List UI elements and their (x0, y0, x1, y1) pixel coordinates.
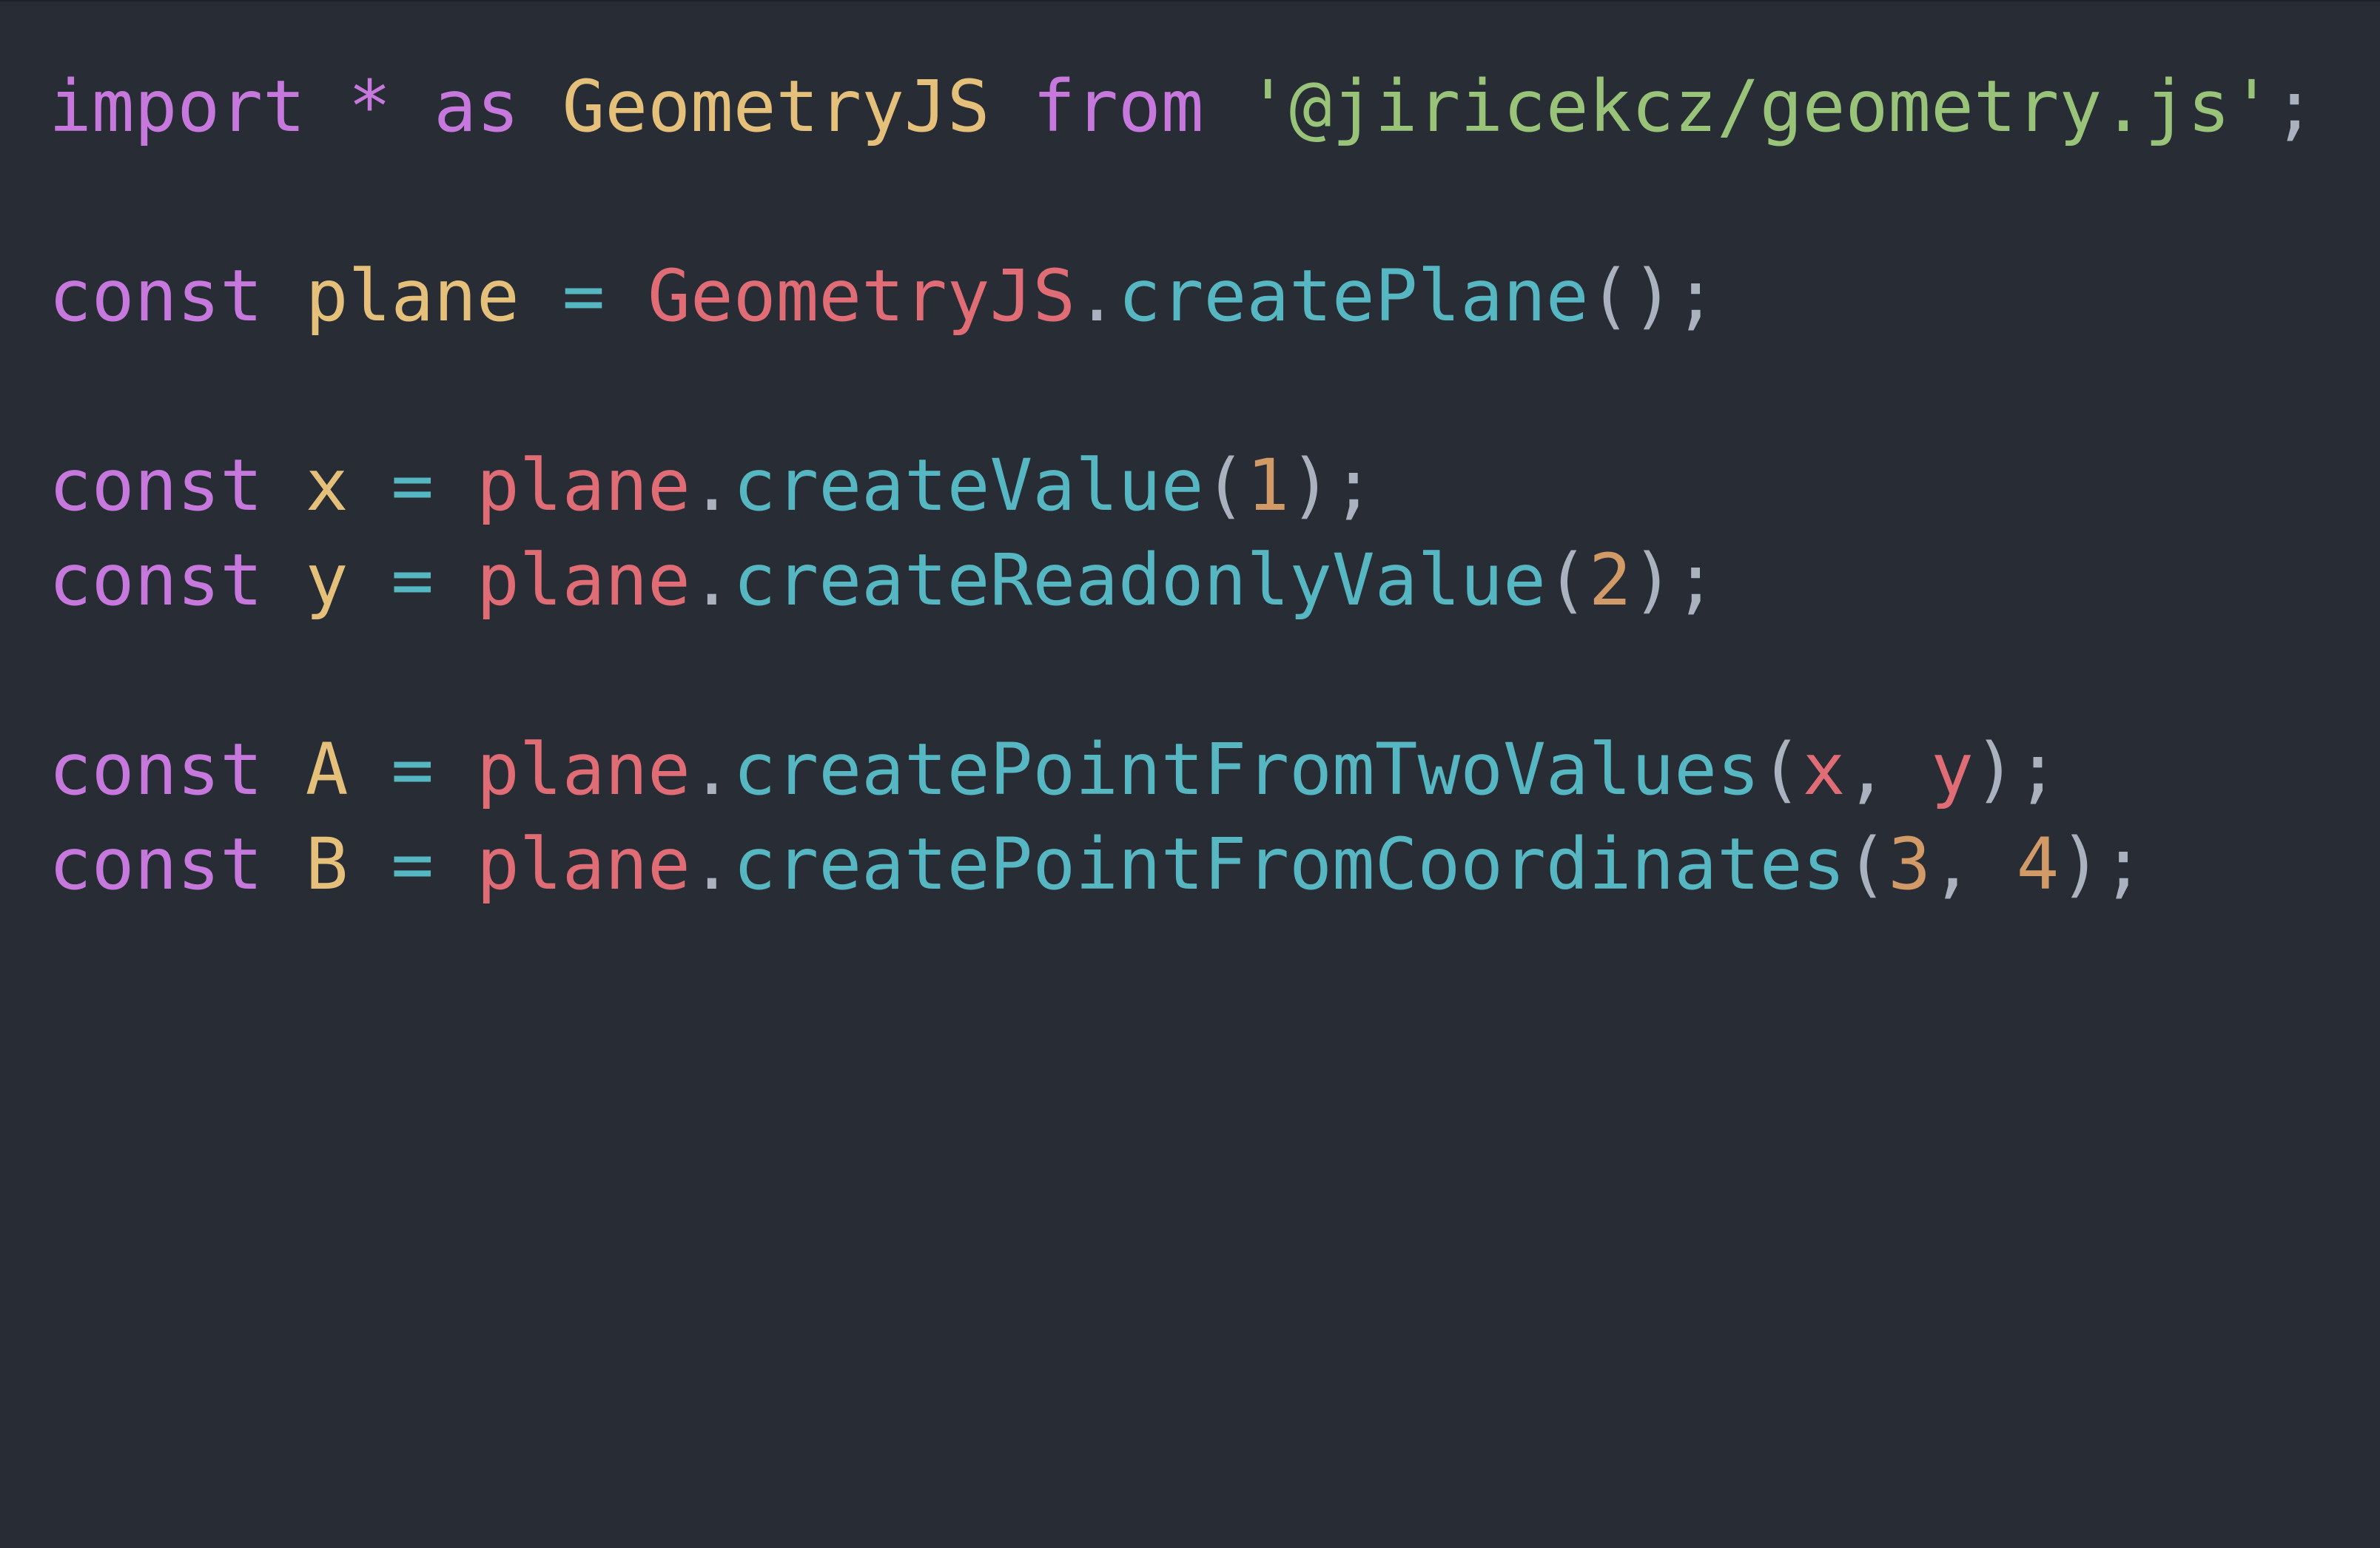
code-token: createPlane (1117, 255, 1589, 337)
code-token: plane (476, 539, 690, 622)
code-token: createPointFromTwoValues (733, 728, 1760, 811)
code-line: const x = plane.createValue(1); (49, 438, 1375, 533)
code-token: B (305, 823, 349, 906)
code-token: 4 (2016, 823, 2060, 906)
code-token: ); (1631, 539, 1718, 622)
code-token: const (49, 444, 263, 527)
code-token: y (305, 539, 349, 622)
code-token: . (690, 728, 733, 811)
code-token: (); (1588, 255, 1718, 337)
code-token: createReadonlyValue (733, 539, 1546, 622)
code-token: GeometryJS (648, 255, 1076, 337)
code-token: ); (1289, 444, 1375, 527)
code-token: createPointFromCoordinates (733, 823, 1846, 906)
code-token: ; (2273, 65, 2316, 148)
code-token: , (1931, 823, 2017, 906)
code-token: . (690, 444, 733, 527)
code-token: A (305, 728, 349, 811)
code-line: const plane = GeometryJS.createPlane(); (49, 249, 1717, 343)
code-token: createValue (733, 444, 1204, 527)
code-token: '@jiricekcz/geometry.js' (1246, 65, 2273, 148)
code-token: = (391, 823, 434, 906)
code-token: GeometryJS (562, 65, 990, 148)
code-line: const A = plane.createPointFromTwoValues… (49, 722, 2059, 817)
code-token: ( (1203, 444, 1247, 527)
code-token: ); (2059, 823, 2145, 906)
code-token: . (690, 823, 733, 906)
code-line: import * as GeometryJS from '@jiricekcz/… (49, 59, 2316, 154)
code-token: , (1845, 728, 1932, 811)
code-token: const (49, 728, 263, 811)
code-token: import (49, 65, 306, 148)
code-token: 1 (1246, 444, 1290, 527)
code-token: x (305, 444, 349, 527)
code-token: * (348, 65, 391, 148)
code-token: from (1032, 65, 1204, 148)
code-token: as (434, 65, 520, 148)
code-token: y (1931, 728, 1974, 811)
code-token: const (49, 255, 263, 337)
code-token: plane (476, 444, 690, 527)
code-token: . (1075, 255, 1118, 337)
code-token: = (391, 728, 434, 811)
code-token: . (690, 539, 733, 622)
code-token: 2 (1588, 539, 1632, 622)
code-token: plane (476, 823, 690, 906)
code-token: ( (1845, 823, 1889, 906)
code-token: = (391, 539, 434, 622)
code-line: const B = plane.createPointFromCoordinat… (49, 817, 2145, 912)
code-token: = (391, 444, 434, 527)
code-token: const (49, 823, 263, 906)
code-line: const y = plane.createReadonlyValue(2); (49, 533, 1717, 627)
code-token: = (562, 255, 605, 337)
code-editor[interactable]: import * as GeometryJS from '@jiricekcz/… (0, 0, 2380, 1548)
code-token: x (1802, 728, 1846, 811)
code-token: plane (305, 255, 520, 337)
code-token: plane (476, 728, 690, 811)
code-token: ); (1973, 728, 2060, 811)
code-token: 3 (1888, 823, 1932, 906)
code-token: ( (1545, 539, 1589, 622)
code-token: ( (1759, 728, 1803, 811)
code-token: const (49, 539, 263, 622)
